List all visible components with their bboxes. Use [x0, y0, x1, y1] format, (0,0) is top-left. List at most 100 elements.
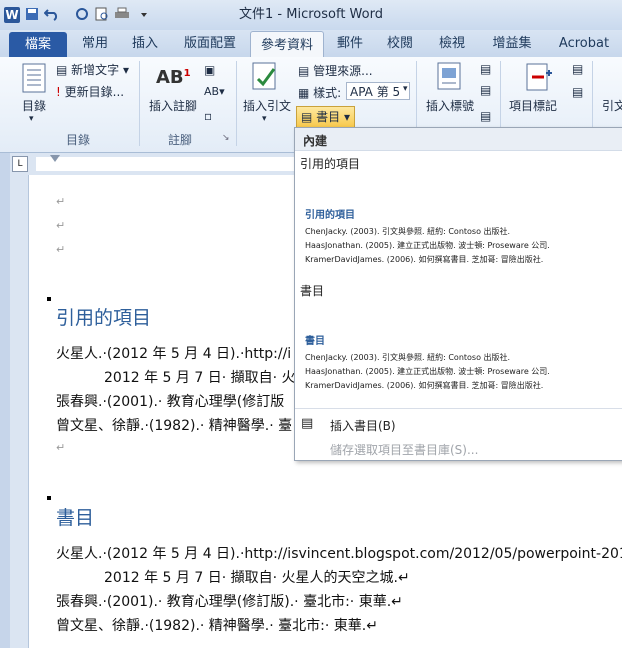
- tab-selector-icon[interactable]: L: [12, 156, 28, 172]
- citation-line: 張春興.·(2001).· 教育心理學(修訂版: [56, 394, 285, 410]
- footnote-sup: 1: [183, 68, 191, 79]
- update-index-icon[interactable]: ▤: [572, 85, 583, 99]
- update-toc-button[interactable]: ! 更新目錄...: [56, 83, 124, 100]
- preview-line: HaasJonathan. (2005). 建立正式出版物. 波士頓: Pros…: [305, 367, 550, 376]
- tab-home[interactable]: 常用: [75, 30, 115, 57]
- preview-heading: 引用的項目: [305, 210, 355, 221]
- manage-sources-icon: ▤: [298, 64, 310, 78]
- insert-index-icon[interactable]: ▤: [572, 62, 583, 76]
- citation-line: 曾文星、徐靜.·(1982).· 精神醫學.· 臺北市:· 東華.↵: [56, 618, 378, 634]
- save-selection-item[interactable]: 儲存選取項目至書目庫(S)...: [295, 437, 622, 459]
- left-pane-strip: [0, 153, 10, 648]
- save-selection-label: 儲存選取項目至書目庫(S)...: [330, 443, 479, 457]
- toc-icon[interactable]: [20, 63, 48, 93]
- ab-glyph: AB: [156, 67, 184, 88]
- toc-button[interactable]: 目錄: [22, 97, 46, 114]
- citation-line: 火星人.·(2012 年 5 月 4 日).·http://isvincent.…: [56, 546, 622, 562]
- update-table-icon[interactable]: ▤: [480, 83, 491, 97]
- vertical-ruler[interactable]: [10, 175, 29, 648]
- tab-layout[interactable]: 版面配置: [178, 30, 242, 57]
- gallery-item-works-cited[interactable]: 引用的項目 引用的項目 ChenJacky. (2003). 引文與參照. 紐約…: [296, 151, 622, 269]
- group-label-toc: 目錄: [65, 133, 90, 147]
- citation-line: 2012 年 5 月 7 日· 擷取自· 火星人的天空之城.↵: [104, 570, 410, 586]
- citation-line: 曾文星、徐靜.·(1982).· 精神醫學.· 臺: [56, 418, 293, 434]
- title-bar: W 文件1 - Microsoft Word: [0, 0, 622, 31]
- tab-addins[interactable]: 增益集: [484, 30, 540, 57]
- insert-endnote-icon[interactable]: ▣: [204, 63, 215, 77]
- style-select-chevron-icon[interactable]: ▾: [403, 84, 408, 94]
- dropdown-header: 內建: [295, 128, 622, 151]
- toc-dropdown-icon[interactable]: ▾: [29, 114, 34, 124]
- indent-marker-icon[interactable]: [50, 155, 60, 162]
- insert-table-of-figures-icon[interactable]: ▤: [480, 62, 491, 76]
- style-select[interactable]: APA 第 5: [346, 82, 410, 100]
- insert-bibliography-label: 插入書目(B): [330, 419, 396, 433]
- bibliography-icon: ▤: [301, 110, 313, 124]
- paragraph-mark: ↵: [56, 441, 66, 454]
- citation-line: 火星人.·(2012 年 5 月 4 日).·http://i: [56, 346, 292, 362]
- tab-view[interactable]: 檢視: [432, 30, 472, 57]
- group-separator: [236, 61, 237, 146]
- bibliography-dropdown: 內建 引用的項目 引用的項目 ChenJacky. (2003). 引文與參照.…: [294, 127, 622, 461]
- mark-entry-icon[interactable]: [524, 63, 552, 93]
- bibliography-label: 書目: [316, 110, 341, 124]
- preview-line: ChenJacky. (2003). 引文與參照. 紐約: Contoso 出版…: [305, 227, 511, 236]
- update-toc-icon: !: [56, 85, 61, 99]
- show-notes-icon[interactable]: ▫: [204, 109, 212, 123]
- menu-divider: [295, 408, 622, 409]
- paragraph-bullet: [47, 297, 51, 301]
- tab-file[interactable]: 檔案: [9, 32, 67, 57]
- gallery-item-bibliography[interactable]: 書目 書目 ChenJacky. (2003). 引文與參照. 紐約: Cont…: [296, 278, 622, 404]
- style-label: ▦ 樣式:: [298, 84, 341, 101]
- bibliography-button[interactable]: ▤ 書目 ▾: [296, 106, 356, 128]
- tab-insert[interactable]: 插入: [125, 30, 165, 57]
- window-title: 文件1 - Microsoft Word: [239, 7, 383, 22]
- paragraph-mark: ↵: [56, 195, 66, 208]
- next-footnote-icon[interactable]: AB▾: [204, 85, 225, 98]
- group-separator: [139, 61, 140, 146]
- manage-sources-label: 管理來源...: [313, 64, 373, 78]
- tab-acrobat[interactable]: Acrobat: [552, 30, 616, 57]
- preview-line: ChenJacky. (2003). 引文與參照. 紐約: Contoso 出版…: [305, 353, 511, 362]
- style-select-value: APA 第 5: [350, 85, 401, 99]
- paragraph-mark: ↵: [56, 219, 66, 232]
- footnote-icon[interactable]: AB1: [156, 67, 191, 88]
- add-text-icon: ▤: [56, 63, 68, 77]
- add-text-label: 新增文字: [71, 63, 120, 77]
- paragraph-mark: ↵: [56, 243, 66, 256]
- citation-line: 2012 年 5 月 7 日· 擷取自· 火: [104, 370, 296, 386]
- insert-citation-button[interactable]: 插入引文: [243, 97, 291, 114]
- heading-works-cited: 引用的項目: [56, 307, 152, 329]
- mark-entry-button[interactable]: 項目標記: [509, 97, 557, 114]
- add-text-button[interactable]: ▤ 新增文字 ▾: [56, 61, 129, 78]
- insert-bibliography-item[interactable]: ▤ 插入書目(B): [295, 413, 622, 435]
- citation-dropdown-icon[interactable]: ▾: [262, 114, 267, 124]
- heading-bibliography: 書目: [56, 507, 95, 529]
- insert-caption-button[interactable]: 插入標號: [426, 97, 474, 114]
- update-toc-label: 更新目錄...: [64, 85, 125, 99]
- tab-references[interactable]: 參考資料: [250, 31, 324, 58]
- mark-citation-button[interactable]: 引文: [602, 97, 622, 114]
- preview-line: HaasJonathan. (2005). 建立正式出版物. 波士頓: Pros…: [305, 241, 550, 250]
- gallery-item-title: 引用的項目: [300, 157, 361, 171]
- gallery-item-title: 書目: [300, 284, 325, 298]
- tab-mailings[interactable]: 郵件: [330, 30, 370, 57]
- style-icon: ▦: [298, 86, 310, 100]
- tab-review[interactable]: 校閱: [380, 30, 420, 57]
- paragraph-bullet: [47, 496, 51, 500]
- cross-reference-icon[interactable]: ▤: [480, 109, 491, 123]
- manage-sources-button[interactable]: ▤ 管理來源...: [298, 62, 373, 79]
- style-label-text: 樣式:: [313, 86, 342, 100]
- insert-bibliography-icon: ▤: [301, 416, 314, 431]
- dialog-launcher-icon[interactable]: ↘: [222, 133, 230, 143]
- preview-line: KramerDavidJames. (2006). 如何撰寫書目. 芝加哥: 冒…: [305, 381, 544, 390]
- insert-footnote-button[interactable]: 插入註腳: [149, 97, 197, 114]
- citation-line: 張春興.·(2001).· 教育心理學(修訂版).· 臺北市:· 東華.↵: [56, 594, 403, 610]
- group-label-footnote: 註腳: [167, 133, 192, 147]
- preview-heading: 書目: [305, 336, 325, 347]
- preview-line: KramerDavidJames. (2006). 如何撰寫書目. 芝加哥: 冒…: [305, 255, 544, 264]
- insert-caption-icon[interactable]: [435, 61, 463, 91]
- dropdown-header-label: 內建: [303, 134, 328, 148]
- ribbon-tabs: 檔案 常用 插入 版面配置 參考資料 郵件 校閱 檢視 增益集 Acrobat: [0, 30, 622, 58]
- insert-citation-icon[interactable]: [250, 61, 278, 91]
